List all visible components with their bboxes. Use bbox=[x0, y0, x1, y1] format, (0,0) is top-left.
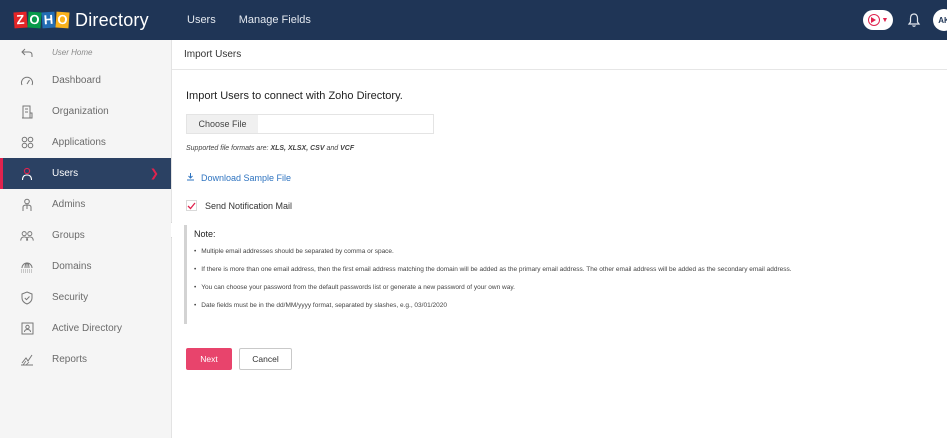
reports-icon bbox=[20, 353, 34, 367]
user-icon bbox=[20, 167, 34, 181]
note-item: • You can choose your password from the d… bbox=[194, 284, 924, 291]
action-pill-icon bbox=[867, 14, 880, 26]
page-header: Import Users bbox=[172, 40, 947, 70]
bullet-icon: • bbox=[194, 266, 197, 273]
note-item: • If there is more than one email address… bbox=[194, 266, 924, 273]
sidebar-item-user-home[interactable]: User Home bbox=[0, 40, 171, 65]
send-notification-row[interactable]: Send Notification Mail bbox=[186, 200, 947, 211]
note-item-text: You can choose your password from the de… bbox=[201, 284, 515, 291]
sidebar-item-label: Security bbox=[52, 292, 89, 303]
sidebar-item-dashboard[interactable]: Dashboard bbox=[0, 65, 171, 96]
note-item: • Date fields must be in the dd/MM/yyyy f… bbox=[194, 302, 924, 309]
note-item-text: If there is more than one email address,… bbox=[201, 266, 792, 273]
download-sample-link[interactable]: Download Sample File bbox=[186, 172, 947, 183]
action-pill-button[interactable]: ▼ bbox=[863, 10, 893, 30]
sidebar-item-groups[interactable]: Groups bbox=[0, 220, 171, 251]
shield-icon bbox=[20, 290, 34, 305]
logo-letter: H bbox=[41, 11, 56, 29]
bell-icon[interactable] bbox=[907, 12, 921, 28]
sidebar-item-organization[interactable]: Organization bbox=[0, 96, 171, 127]
download-icon bbox=[186, 172, 195, 183]
chevron-down-icon: ▼ bbox=[881, 16, 889, 24]
sidebar-item-security[interactable]: Security bbox=[0, 282, 171, 313]
note-title: Note: bbox=[194, 229, 216, 239]
top-right-tools: ▼ AK bbox=[863, 0, 947, 40]
formats-prefix: Supported file formats are: bbox=[186, 145, 271, 152]
import-form: Import Users to connect with Zoho Direct… bbox=[172, 90, 947, 370]
cancel-button[interactable]: Cancel bbox=[239, 348, 292, 370]
file-picker[interactable]: Choose File bbox=[186, 114, 434, 134]
logo-letter: Z bbox=[13, 11, 28, 29]
next-button[interactable]: Next bbox=[186, 348, 232, 370]
form-actions: Next Cancel bbox=[186, 348, 947, 370]
download-sample-label: Download Sample File bbox=[201, 172, 292, 183]
formats-list: XLS, XLSX, CSV bbox=[270, 145, 325, 152]
top-nav: Users Manage Fields bbox=[187, 0, 334, 40]
logo-letter: O bbox=[27, 11, 42, 29]
sidebar-item-users[interactable]: Users ❯ bbox=[0, 158, 171, 189]
back-arrow-icon bbox=[20, 46, 34, 60]
sidebar-item-label: Reports bbox=[52, 354, 88, 365]
bullet-icon: • bbox=[194, 248, 197, 255]
topnav-users[interactable]: Users bbox=[187, 0, 216, 40]
sidebar-item-label: User Home bbox=[52, 48, 93, 57]
avatar[interactable]: AK bbox=[933, 9, 947, 31]
admin-icon bbox=[20, 198, 34, 212]
top-bar: Z O H O Directory Users Manage Fields ▼ … bbox=[0, 0, 947, 40]
sidebar-item-reports[interactable]: Reports bbox=[0, 344, 171, 375]
logo-letter: O bbox=[55, 11, 70, 29]
app-name: Directory bbox=[75, 9, 149, 30]
formats-last: VCF bbox=[340, 145, 355, 152]
brand[interactable]: Z O H O Directory bbox=[0, 0, 172, 40]
formats-and: and bbox=[324, 145, 341, 152]
sidebar-item-label: Dashboard bbox=[52, 75, 101, 86]
active-directory-icon bbox=[20, 322, 34, 336]
sidebar-item-domains[interactable]: Domains bbox=[0, 251, 171, 282]
bullet-icon: • bbox=[194, 284, 197, 291]
supported-formats-text: Supported file formats are: XLS, XLSX, C… bbox=[186, 145, 947, 152]
bullet-icon: • bbox=[194, 302, 197, 309]
sidebar-item-label: Organization bbox=[52, 106, 109, 117]
topnav-manage-fields[interactable]: Manage Fields bbox=[239, 0, 311, 40]
sidebar-item-label: Users bbox=[52, 168, 79, 179]
sidebar: User Home Dashboard Organization Applica… bbox=[0, 40, 172, 438]
note-item-text: Date fields must be in the dd/MM/yyyy fo… bbox=[201, 302, 447, 309]
sidebar-item-label: Domains bbox=[52, 261, 92, 272]
groups-icon bbox=[20, 229, 34, 243]
sidebar-item-label: Active Directory bbox=[52, 323, 123, 334]
note-box: Note: • Multiple email addresses should b… bbox=[184, 225, 924, 324]
note-item: • Multiple email addresses should be sepa… bbox=[194, 248, 924, 255]
choose-file-button[interactable]: Choose File bbox=[187, 115, 258, 133]
building-icon bbox=[20, 105, 34, 119]
chevron-right-icon: ❯ bbox=[149, 168, 159, 180]
sidebar-item-applications[interactable]: Applications bbox=[0, 127, 171, 158]
send-notification-checkbox[interactable] bbox=[186, 200, 197, 211]
sidebar-item-label: Admins bbox=[52, 199, 86, 210]
apps-grid-icon bbox=[20, 136, 34, 150]
zoho-logo: Z O H O bbox=[13, 11, 70, 29]
note-item-text: Multiple email addresses should be separ… bbox=[201, 248, 394, 255]
page-title: Import Users to connect with Zoho Direct… bbox=[186, 90, 403, 102]
domains-icon bbox=[20, 260, 34, 274]
sidebar-item-label: Applications bbox=[52, 137, 106, 148]
sidebar-item-admins[interactable]: Admins bbox=[0, 189, 171, 220]
gauge-icon bbox=[20, 74, 34, 88]
main-content: Import Users Import Users to connect wit… bbox=[172, 40, 947, 438]
send-notification-label: Send Notification Mail bbox=[205, 200, 293, 211]
sidebar-item-active-directory[interactable]: Active Directory bbox=[0, 313, 171, 344]
sidebar-item-label: Groups bbox=[52, 230, 85, 241]
